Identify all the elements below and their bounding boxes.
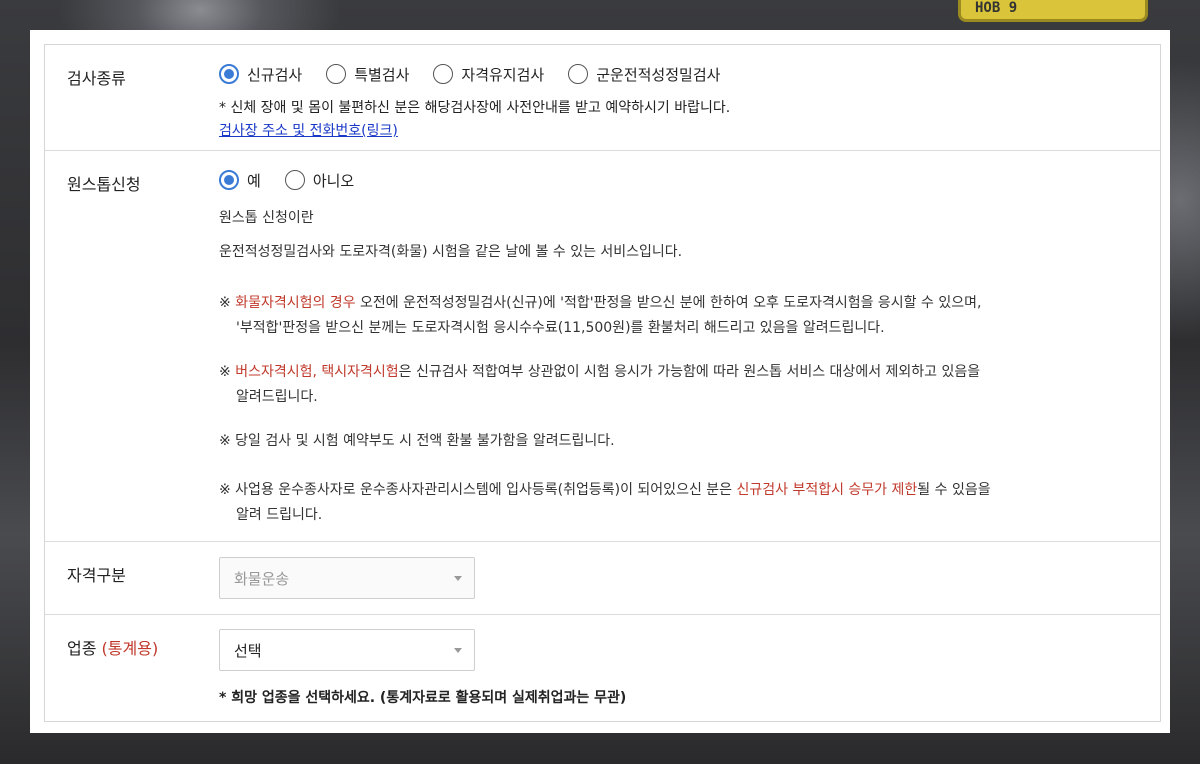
qualification-select[interactable]: 화물운송 bbox=[219, 557, 475, 599]
notice-highlight: 화물자격시험의 경우 bbox=[235, 295, 356, 311]
notice-text: 은 신규검사 적합여부 상관없이 시험 응시가 가능함에 따라 원스톱 서비스 … bbox=[398, 364, 981, 380]
form-panel: 검사종류 신규검사 특별검사 자격유지검사 군운전적성정밀검사 * 신체 장애 … bbox=[30, 30, 1170, 733]
industry-select[interactable]: 선택 bbox=[219, 629, 475, 671]
radio-unchecked-icon[interactable] bbox=[284, 170, 305, 190]
radio-label: 자격유지검사 bbox=[461, 65, 545, 84]
one-stop-intro-title: 원스톱 신청이란 bbox=[219, 210, 314, 226]
reservation-form: 검사종류 신규검사 특별검사 자격유지검사 군운전적성정밀검사 * 신체 장애 … bbox=[44, 44, 1161, 722]
exam-type-row: 검사종류 신규검사 특별검사 자격유지검사 군운전적성정밀검사 * 신체 장애 … bbox=[45, 45, 1160, 151]
industry-label-text: 업종 bbox=[67, 639, 97, 658]
notice-text: ※ 사업용 운수종사자로 운수종사자관리시스템에 입사등록(취업등록)이 되어있… bbox=[219, 482, 737, 498]
radio-label: 군운전적성정밀검사 bbox=[596, 65, 721, 84]
notice-prefix: ※ bbox=[219, 295, 236, 311]
notice-cargo-line2: '부적합'판정을 받으신 분께는 도로자격시험 응시수수료(11,500원)를 … bbox=[236, 320, 885, 336]
notice-text: 오전에 운전적성정밀검사(신규)에 '적합'판정을 받으신 분에 한하여 오후 … bbox=[355, 295, 982, 311]
radio-checked-icon[interactable] bbox=[219, 170, 239, 190]
notice-highlight: 신규검사 부적합시 승무가 제한 bbox=[736, 482, 918, 498]
one-stop-intro-text: 운전적성정밀검사와 도로자격(화물) 시험을 같은 날에 볼 수 있는 서비스입… bbox=[219, 244, 683, 260]
industry-note: * 희망 업종을 선택하세요. (통계자료로 활용되며 실제취업과는 무관) bbox=[219, 690, 627, 706]
radio-maintenance-exam[interactable]: 자격유지검사 bbox=[433, 64, 544, 85]
exam-type-note: * 신체 장애 및 몸이 불편하신 분은 해당검사장에 사전안내를 받고 예약하… bbox=[219, 100, 731, 116]
radio-checked-icon[interactable] bbox=[219, 64, 239, 84]
radio-new-exam[interactable]: 신규검사 bbox=[219, 64, 302, 85]
select-value: 선택 bbox=[234, 641, 262, 660]
industry-label-suffix: (통계용) bbox=[101, 639, 159, 658]
notice-refund: ※ 당일 검사 및 시험 예약부도 시 전액 환불 불가함을 알려드립니다. bbox=[219, 433, 615, 449]
qualification-label: 자격구분 bbox=[67, 566, 126, 585]
radio-label: 예 bbox=[247, 171, 261, 190]
radio-label: 아니오 bbox=[312, 171, 355, 190]
industry-row: 업종 (통계용) 선택 * 희망 업종을 선택하세요. (통계자료로 활용되며 … bbox=[45, 615, 1160, 721]
select-value: 화물운송 bbox=[234, 569, 290, 588]
radio-unchecked-icon[interactable] bbox=[326, 64, 347, 84]
exam-type-radio-group: 신규검사 특별검사 자격유지검사 군운전적성정밀검사 bbox=[219, 61, 1140, 87]
license-plate: HOB 9 bbox=[958, 0, 1148, 22]
notice-bus-taxi: ※ 버스자격시험, 택시자격시험은 신규검사 적합여부 상관없이 시험 응시가 … bbox=[219, 359, 980, 385]
notice-text: 될 수 있음을 bbox=[917, 482, 991, 498]
radio-yes[interactable]: 예 bbox=[219, 170, 261, 191]
one-stop-row: 원스톱신청 예 아니오 원스톱 신청이란 운전적성정밀검사와 도로자격(화물) … bbox=[45, 151, 1160, 542]
exam-type-label: 검사종류 bbox=[67, 69, 126, 88]
notice-prefix: ※ bbox=[219, 364, 236, 380]
one-stop-label: 원스톱신청 bbox=[67, 175, 141, 194]
radio-label: 신규검사 bbox=[247, 65, 303, 84]
chevron-down-icon bbox=[454, 648, 462, 653]
radio-no[interactable]: 아니오 bbox=[284, 170, 355, 191]
one-stop-radio-group: 예 아니오 bbox=[219, 167, 1140, 193]
notice-business: ※ 사업용 운수종사자로 운수종사자관리시스템에 입사등록(취업등록)이 되어있… bbox=[219, 477, 991, 503]
industry-label: 업종 (통계용) bbox=[67, 635, 158, 659]
plate-text: HOB 9 bbox=[975, 0, 1018, 16]
radio-special-exam[interactable]: 특별검사 bbox=[326, 64, 409, 85]
radio-label: 특별검사 bbox=[354, 65, 410, 84]
qualification-row: 자격구분 화물운송 bbox=[45, 542, 1160, 615]
notice-business-line2: 알려 드립니다. bbox=[236, 507, 323, 523]
exam-center-link[interactable]: 검사장 주소 및 전화번호(링크) bbox=[219, 120, 398, 140]
radio-unchecked-icon[interactable] bbox=[433, 64, 454, 84]
chevron-down-icon bbox=[454, 576, 462, 581]
radio-military-exam[interactable]: 군운전적성정밀검사 bbox=[568, 64, 720, 85]
notice-bus-taxi-line2: 알려드립니다. bbox=[236, 389, 318, 405]
notice-cargo: ※ 화물자격시험의 경우 오전에 운전적성정밀검사(신규)에 '적합'판정을 받… bbox=[219, 290, 981, 316]
radio-unchecked-icon[interactable] bbox=[568, 64, 589, 84]
notice-highlight: 버스자격시험, 택시자격시험 bbox=[235, 364, 399, 380]
